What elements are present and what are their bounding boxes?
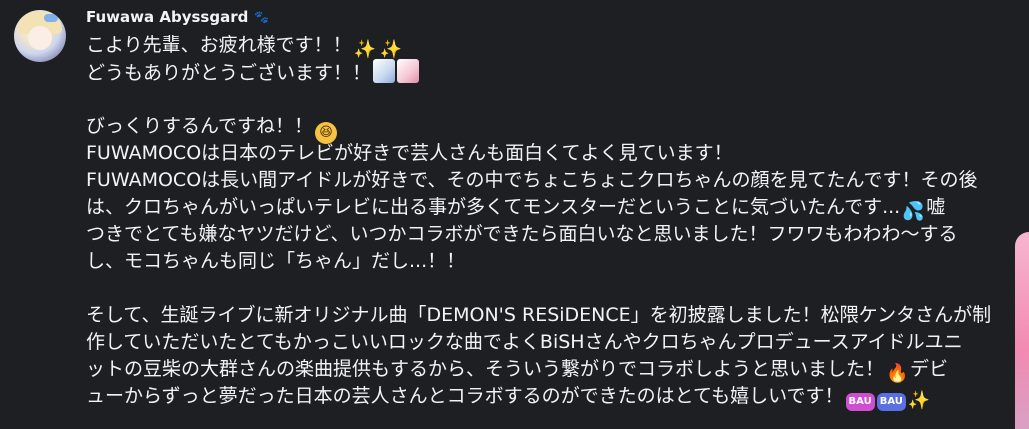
author-name[interactable]: Fuwawa Abyssgard: [86, 8, 248, 26]
message-text: デビ: [910, 358, 949, 380]
message-text: つきでとても嫌なヤツだけど、いつかコラボができたら面白いなと思いました！フワワも…: [86, 223, 958, 245]
message-text: は、クロちゃんがいっぱいテレビに出る事が多くてモンスターだということに気づいたん…: [86, 196, 901, 218]
message-line: こより先輩、お疲れ様です！！ ✨ ✨: [86, 32, 1022, 60]
message-line: は、クロちゃんがいっぱいテレビに出る事が多くてモンスターだということに気づいたん…: [86, 194, 1022, 222]
message-text: FUWAMOCOは長い間アイドルが好きで、その中でちょこちょこクロちゃんの顔を見…: [86, 169, 978, 191]
message-text: ットの豆柴の大群さんの楽曲提供もするから、そういう繋がりでコラボしようと思いまし…: [86, 358, 885, 380]
paw-icon: 🐾: [254, 10, 270, 24]
message-text: FUWAMOCOは日本のテレビが好きで芸人さんも面白くてよく見ています！: [86, 142, 733, 164]
message-text: こより先輩、お疲れ様です！！: [86, 34, 352, 56]
message-text: びっくりするんですね！！: [86, 115, 314, 137]
fire-icon: 🔥: [886, 363, 909, 384]
sparkle-icon: ✨: [907, 390, 931, 411]
fuwawa-sticker-icon: [373, 59, 396, 83]
message-text: し、モコちゃんも同じ「ちゃん」だし...！！: [86, 250, 466, 272]
message-text: 作していただいたとてもかっこいいロックな曲でよくBiSHさんやクロちゃんプロデュ…: [86, 331, 963, 353]
character-overlay: [1015, 232, 1029, 429]
message-line: びっくりするんですね！！ 😆: [86, 113, 1022, 144]
sweat-drops-icon: 💦: [902, 201, 925, 222]
message-line: そして、生誕ライブに新オリジナル曲「DEMON'S RESiDENCE」を初披露…: [86, 302, 1022, 329]
bau-sticker-icon: BAU: [845, 393, 875, 411]
message-text: どうもありがとうございます！！: [86, 62, 372, 84]
message-line: 作していただいたとてもかっこいいロックな曲でよくBiSHさんやクロちゃんプロデュ…: [86, 329, 1022, 356]
message-line: FUWAMOCOは日本のテレビが好きで芸人さんも面白くてよく見ています！: [86, 140, 1022, 167]
message-line: FUWAMOCOは長い間アイドルが好きで、その中でちょこちょこクロちゃんの顔を見…: [86, 167, 1022, 194]
avatar-face: [28, 26, 52, 50]
message-header: Fuwawa Abyssgard 🐾: [86, 6, 269, 28]
author-avatar[interactable]: [14, 10, 66, 62]
mococo-sticker-icon: [397, 59, 420, 83]
message-text: 嘘: [926, 196, 946, 218]
sparkle-icon: ✨: [353, 39, 377, 60]
message-line: ットの豆柴の大群さんの楽曲提供もするから、そういう繋がりでコラボしようと思いまし…: [86, 356, 1022, 384]
message-line: ューからずっと夢だった日本の芸人さんとコラボするのができたのはとても嬉しいです！…: [86, 383, 1022, 411]
message-text: そして、生誕ライブに新オリジナル曲「DEMON'S RESiDENCE」を初披露…: [86, 304, 992, 326]
chat-message: Fuwawa Abyssgard 🐾 こより先輩、お疲れ様です！！ ✨ ✨ どうもあ…: [0, 0, 1029, 429]
sparkle-icon: ✨: [379, 39, 403, 60]
message-text: ューからずっと夢だった日本の芸人さんとコラボするのができたのはとても嬉しいです！: [86, 385, 844, 407]
message-line: し、モコちゃんも同じ「ちゃん」だし...！！: [86, 248, 1022, 275]
bau-sticker-icon: BAU: [876, 393, 906, 411]
message-line: つきでとても嫌なヤツだけど、いつかコラボができたら面白いなと思いました！フワワも…: [86, 221, 1022, 248]
avatar-ribbon: [44, 14, 58, 22]
message-content: こより先輩、お疲れ様です！！ ✨ ✨ どうもありがとうございます！！ びっくりするん…: [86, 32, 1022, 411]
message-line: どうもありがとうございます！！: [86, 59, 1022, 86]
